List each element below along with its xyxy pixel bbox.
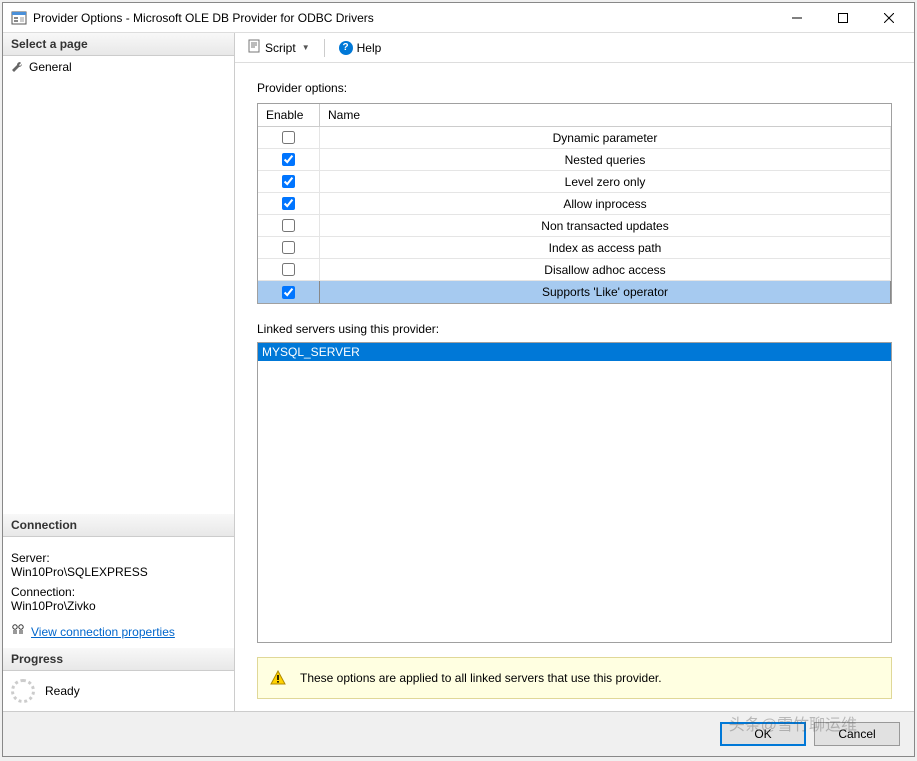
col-header-enable[interactable]: Enable [258,104,320,126]
progress-body: Ready [3,671,234,711]
grid-row[interactable]: Level zero only [258,171,891,193]
cell-name: Non transacted updates [320,215,891,236]
close-button[interactable] [866,3,912,32]
app-icon [11,10,27,26]
cell-name: Allow inprocess [320,193,891,214]
cell-enable [258,281,320,303]
help-label: Help [357,41,382,55]
sidebar-item-label: General [29,60,72,74]
view-connection-link[interactable]: View connection properties [11,623,226,640]
enable-checkbox[interactable] [282,219,295,232]
connection-info: Server: Win10Pro\SQLEXPRESS Connection: … [3,537,234,648]
script-button[interactable]: Script ▼ [241,36,316,59]
connection-value: Win10Pro\Zivko [11,599,226,613]
script-label: Script [265,41,296,55]
enable-checkbox[interactable] [282,197,295,210]
cell-name: Level zero only [320,171,891,192]
cell-enable [258,149,320,170]
minimize-button[interactable] [774,3,820,32]
enable-checkbox[interactable] [282,241,295,254]
grid-row[interactable]: Dynamic parameter [258,127,891,149]
cell-name: Nested queries [320,149,891,170]
cell-name: Index as access path [320,237,891,258]
cell-name: Supports 'Like' operator [320,281,891,303]
provider-options-grid: Enable Name Dynamic parameterNested quer… [257,103,892,304]
sidebar-item-general[interactable]: General [3,56,234,78]
cell-name: Dynamic parameter [320,127,891,148]
progress-header: Progress [3,648,234,671]
help-icon: ? [339,41,353,55]
cell-enable [258,127,320,148]
enable-checkbox[interactable] [282,153,295,166]
cell-enable [258,259,320,280]
maximize-button[interactable] [820,3,866,32]
help-button[interactable]: ? Help [333,38,388,58]
info-box: These options are applied to all linked … [257,657,892,699]
enable-checkbox[interactable] [282,263,295,276]
cancel-button[interactable]: Cancel [814,722,900,746]
progress-spinner-icon [11,679,35,703]
server-value: Win10Pro\SQLEXPRESS [11,565,226,579]
grid-row[interactable]: Allow inprocess [258,193,891,215]
titlebar: Provider Options - Microsoft OLE DB Prov… [3,3,914,33]
button-row: OK Cancel [3,711,914,756]
connection-label: Connection: [11,585,226,599]
toolbar: Script ▼ ? Help [235,33,914,63]
script-icon [247,39,261,56]
cell-enable [258,237,320,258]
grid-row[interactable]: Nested queries [258,149,891,171]
cell-enable [258,193,320,214]
chevron-down-icon: ▼ [302,43,310,52]
progress-status: Ready [45,684,80,698]
grid-header: Enable Name [258,104,891,127]
view-connection-label: View connection properties [31,625,175,639]
main-panel: Script ▼ ? Help Provider options: Enable… [235,33,914,711]
connection-header: Connection [3,514,234,537]
cell-enable [258,215,320,236]
wrench-icon [11,61,23,73]
dialog-window: Provider Options - Microsoft OLE DB Prov… [2,2,915,757]
provider-options-label: Provider options: [257,81,892,95]
enable-checkbox[interactable] [282,175,295,188]
select-page-header: Select a page [3,33,234,56]
cell-name: Disallow adhoc access [320,259,891,280]
content-area: Select a page General Connection Server:… [3,33,914,711]
toolbar-separator [324,39,325,57]
sidebar: Select a page General Connection Server:… [3,33,235,711]
grid-row[interactable]: Disallow adhoc access [258,259,891,281]
server-label: Server: [11,551,226,565]
warning-icon [270,670,286,686]
info-text: These options are applied to all linked … [300,671,662,685]
linked-servers-listbox[interactable]: MYSQL_SERVER [257,342,892,643]
grid-row[interactable]: Index as access path [258,237,891,259]
grid-row[interactable]: Non transacted updates [258,215,891,237]
window-title: Provider Options - Microsoft OLE DB Prov… [33,11,774,25]
cell-enable [258,171,320,192]
ok-button[interactable]: OK [720,722,806,746]
linked-servers-label: Linked servers using this provider: [257,322,892,336]
grid-row[interactable]: Supports 'Like' operator [258,281,891,303]
window-controls [774,3,912,32]
main-content: Provider options: Enable Name Dynamic pa… [235,63,914,711]
connection-icon [11,623,25,640]
enable-checkbox[interactable] [282,286,295,299]
listbox-item[interactable]: MYSQL_SERVER [258,343,891,361]
col-header-name[interactable]: Name [320,104,891,126]
enable-checkbox[interactable] [282,131,295,144]
